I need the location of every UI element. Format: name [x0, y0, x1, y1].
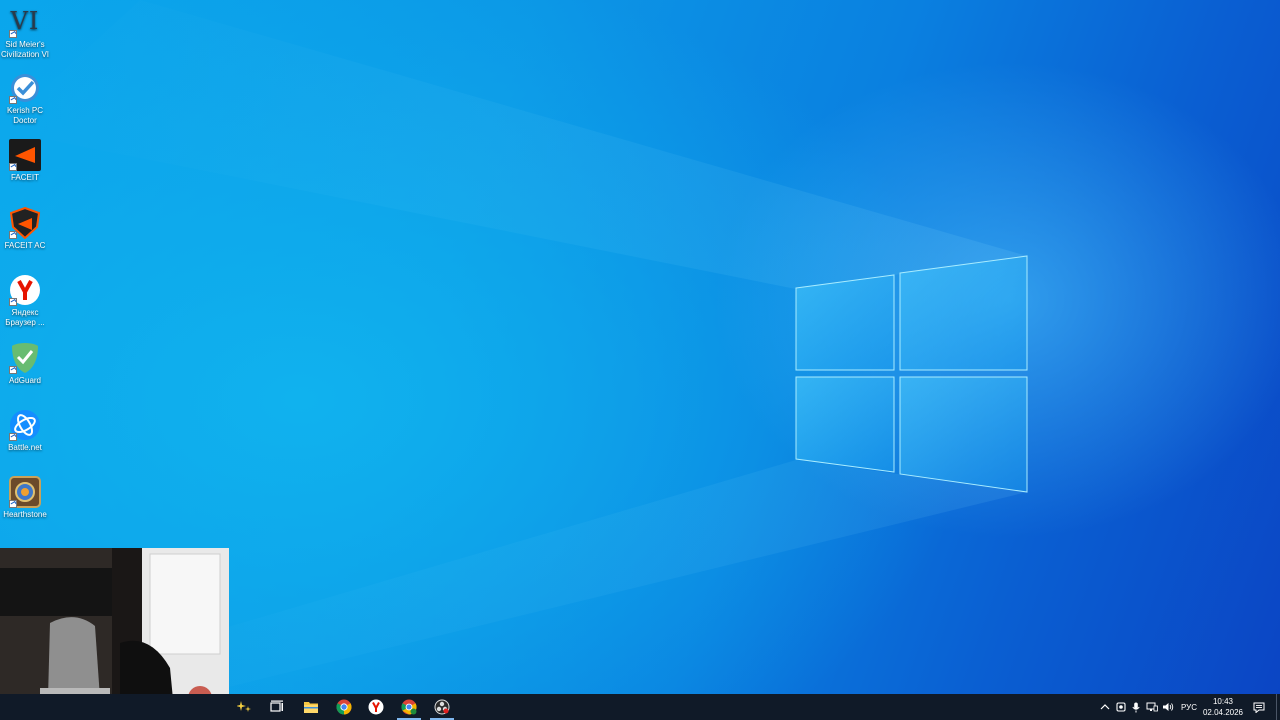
yandex-browser-button[interactable] [360, 694, 392, 720]
desktop-icon-faceit-ac[interactable]: FACEIT AC [0, 207, 50, 251]
desktop-icon-label: Battle.net [8, 443, 42, 452]
yandex-browser-icon [368, 699, 384, 715]
chrome-app-button[interactable] [393, 694, 425, 720]
microphone-icon [1132, 702, 1140, 712]
microphone-button[interactable] [1130, 701, 1142, 713]
show-hidden-icons-button[interactable] [1099, 701, 1111, 713]
desktop-icon-label: FACEIT [10, 173, 39, 182]
battlenet-icon [9, 409, 41, 441]
desktop-icon-battlenet[interactable]: Battle.net [0, 409, 50, 453]
shortcut-arrow-icon [9, 30, 17, 38]
desktop-icon-label: Hearthstone [3, 510, 47, 519]
file-explorer-icon [304, 702, 318, 713]
kerish-doctor-icon [9, 72, 41, 104]
desktop-icon-label: AdGuard [8, 376, 42, 385]
desktop-icon-kerish-pc-doctor[interactable]: Kerish PC Doctor [0, 72, 50, 125]
input-language-indicator[interactable]: РУС [1181, 703, 1197, 712]
hearthstone-icon [9, 476, 41, 508]
desktop-icon-civilization-vi[interactable]: VI Sid Meier's Civilization VI [0, 6, 50, 59]
notification-icon [1253, 702, 1265, 713]
speaker-icon [1163, 703, 1174, 711]
desktop-icon-adguard[interactable]: AdGuard [0, 342, 50, 386]
file-explorer-button[interactable] [295, 694, 327, 720]
shortcut-arrow-icon [9, 231, 17, 239]
task-view-button[interactable] [261, 694, 293, 720]
clock-date: 02.04.2026 [1202, 708, 1244, 717]
shortcut-arrow-icon [9, 433, 17, 441]
taskbar: РУС 10:43 02.04.2026 [0, 694, 1280, 720]
desktop-icon-hearthstone[interactable]: Hearthstone [0, 476, 50, 520]
desktop-icon-yandex-browser[interactable]: Яндекс Браузер ... [0, 274, 50, 327]
shortcut-arrow-icon [9, 500, 17, 508]
obs-icon [434, 699, 450, 715]
chrome-button[interactable] [328, 694, 360, 720]
adguard-icon [9, 342, 41, 374]
shortcut-arrow-icon [9, 298, 17, 306]
clock-time: 10:43 [1212, 697, 1234, 706]
faceit-ac-icon [9, 207, 41, 239]
task-view-icon [270, 700, 283, 712]
tray-app-icon [1116, 702, 1126, 712]
desktop-icon-label: Sid Meier's Civilization VI [1, 40, 50, 59]
network-icon [1146, 702, 1158, 712]
search-button[interactable] [228, 694, 260, 720]
chrome-icon [336, 699, 352, 715]
shortcut-arrow-icon [9, 366, 17, 374]
sparkle-icon [237, 701, 251, 712]
shortcut-arrow-icon [9, 96, 17, 104]
chevron-up-icon [1100, 704, 1110, 710]
volume-button[interactable] [1162, 701, 1174, 713]
desktop-icon-label: Kerish PC Doctor [6, 106, 43, 125]
faceit-icon [9, 139, 41, 171]
chrome-app-icon [401, 699, 417, 715]
desktop-icon-label: FACEIT AC [4, 241, 46, 250]
civilization-icon: VI [9, 6, 41, 38]
obs-button[interactable] [426, 694, 458, 720]
tray-app-button[interactable] [1115, 701, 1127, 713]
network-button[interactable] [1146, 701, 1158, 713]
clock[interactable]: 10:43 02.04.2026 [1198, 696, 1248, 718]
desktop-icon-faceit[interactable]: FACEIT [0, 139, 50, 183]
show-desktop-button[interactable] [1276, 694, 1280, 720]
action-center-button[interactable] [1252, 701, 1266, 713]
shortcut-arrow-icon [9, 163, 17, 171]
yandex-browser-icon [9, 274, 41, 306]
desktop-icon-label: Яндекс Браузер ... [5, 308, 45, 327]
